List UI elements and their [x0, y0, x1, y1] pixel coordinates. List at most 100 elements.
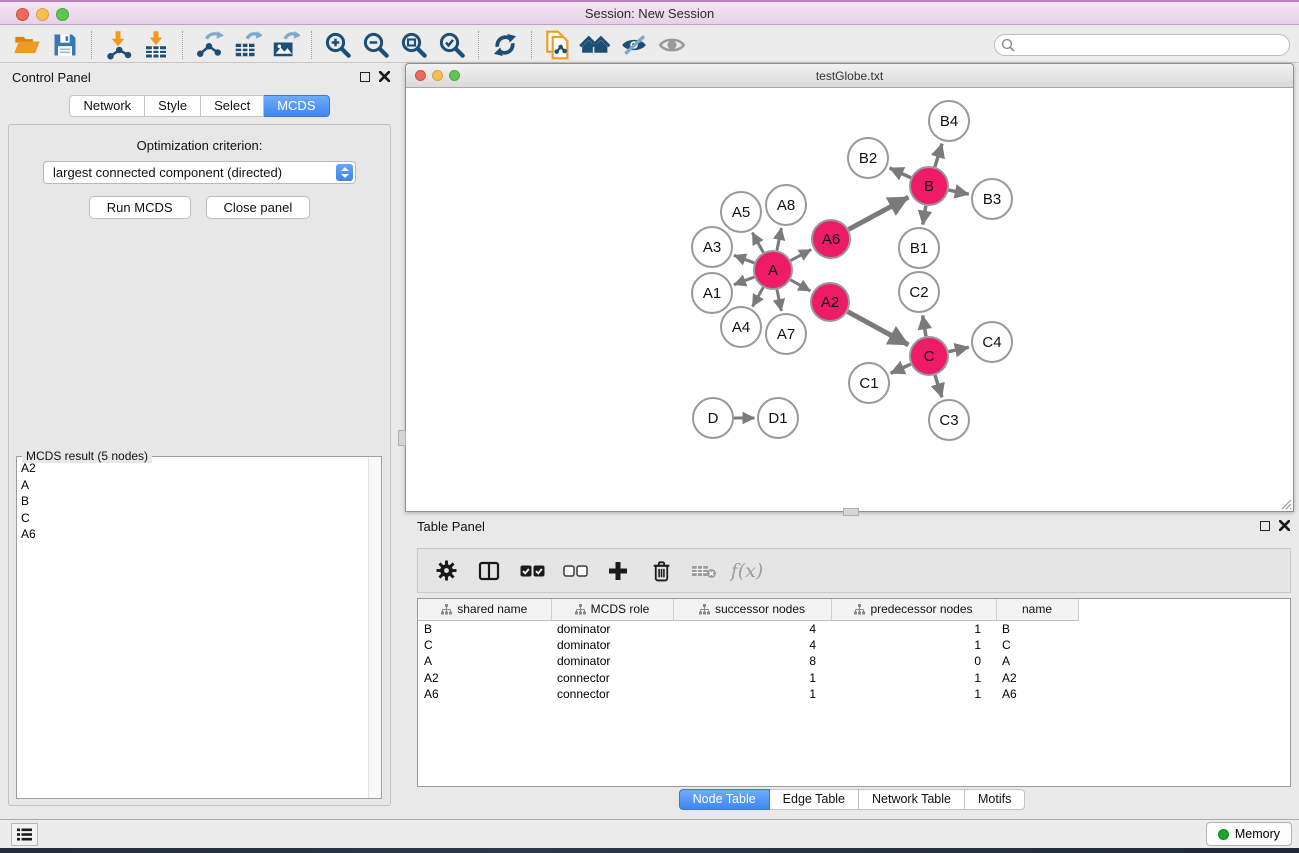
vertical-split-handle[interactable]	[398, 430, 406, 446]
mcds-result-item[interactable]: A2	[17, 460, 367, 477]
open-session-icon[interactable]	[8, 29, 46, 61]
table-cell[interactable]: 1	[831, 670, 996, 687]
tab-motifs[interactable]: Motifs	[965, 789, 1025, 810]
memory-button[interactable]: Memory	[1206, 822, 1292, 846]
table-cell[interactable]: A2	[996, 670, 1078, 687]
hide-panels-icon[interactable]	[615, 29, 653, 61]
table-cell[interactable]: A6	[418, 686, 551, 703]
tab-edge-table[interactable]: Edge Table	[770, 789, 859, 810]
edge-A-A3[interactable]	[734, 255, 754, 263]
add-column-icon[interactable]	[605, 556, 631, 586]
tab-network-table[interactable]: Network Table	[859, 789, 965, 810]
edge-A-A1[interactable]	[734, 277, 754, 285]
table-cell[interactable]: 4	[673, 620, 831, 637]
tab-mcds[interactable]: MCDS	[264, 95, 329, 117]
run-mcds-button[interactable]: Run MCDS	[89, 196, 191, 219]
deselect-all-checkboxes-icon[interactable]	[562, 556, 588, 586]
mcds-result-item[interactable]: A	[17, 477, 367, 494]
resize-grip-icon[interactable]	[1279, 497, 1292, 510]
edge-B-B1[interactable]	[923, 206, 926, 225]
duplicate-network-icon[interactable]	[539, 29, 577, 61]
edge-C-C4[interactable]	[949, 347, 969, 352]
close-table-panel-icon[interactable]	[1279, 520, 1290, 531]
import-table-icon[interactable]	[137, 29, 175, 61]
tab-network[interactable]: Network	[69, 95, 145, 117]
refresh-view-icon[interactable]	[486, 29, 524, 61]
table-cell[interactable]: 1	[831, 637, 996, 654]
float-panel-icon[interactable]	[360, 72, 370, 82]
table-row[interactable]: Bdominator41B	[418, 620, 1290, 637]
table-cell[interactable]: dominator	[551, 637, 673, 654]
table-row[interactable]: Cdominator41C	[418, 637, 1290, 654]
table-cell[interactable]: C	[996, 637, 1078, 654]
edge-C-C1[interactable]	[891, 364, 911, 373]
tab-select[interactable]: Select	[201, 95, 264, 117]
table-cell[interactable]: connector	[551, 686, 673, 703]
table-cell[interactable]: connector	[551, 670, 673, 687]
delete-columns-icon[interactable]	[648, 556, 674, 586]
table-cell[interactable]: 1	[673, 670, 831, 687]
network-canvas[interactable]: B4B2BB3A8A5A6A3B1AA1C2A2A4A7C4CC1DD1C3	[407, 88, 1292, 510]
table-row[interactable]: Adominator80A	[418, 653, 1290, 670]
mcds-result-item[interactable]: A6	[17, 526, 367, 543]
table-cell[interactable]: 4	[673, 637, 831, 654]
table-row[interactable]: A2connector11A2	[418, 670, 1290, 687]
edge-A2-C[interactable]	[848, 312, 909, 345]
table-row[interactable]: A6connector11A6	[418, 686, 1290, 703]
column-header-MCDS-role[interactable]: MCDS role	[551, 599, 673, 620]
table-cell[interactable]: 8	[673, 653, 831, 670]
table-cell[interactable]: A	[418, 653, 551, 670]
save-session-icon[interactable]	[46, 29, 84, 61]
mcds-result-item[interactable]: B	[17, 493, 367, 510]
show-all-panels-icon[interactable]	[577, 29, 615, 61]
column-header-successor-nodes[interactable]: successor nodes	[673, 599, 831, 620]
edge-C-C2[interactable]	[923, 315, 926, 336]
zoom-fit-icon[interactable]	[395, 29, 433, 61]
edge-B-B2[interactable]	[890, 168, 911, 178]
zoom-selected-icon[interactable]	[433, 29, 471, 61]
optimization-criterion-select[interactable]: largest connected component (directed)	[43, 161, 356, 184]
zoom-in-icon[interactable]	[319, 29, 357, 61]
task-history-button[interactable]	[11, 823, 38, 846]
export-image-icon[interactable]	[266, 29, 304, 61]
show-hidden-icon[interactable]	[653, 29, 691, 61]
edge-A-A6[interactable]	[791, 250, 812, 261]
table-cell[interactable]: 1	[673, 686, 831, 703]
export-network-icon[interactable]	[190, 29, 228, 61]
tab-node-table[interactable]: Node Table	[679, 789, 770, 810]
edge-C-C3[interactable]	[935, 375, 942, 397]
table-cell[interactable]: A	[996, 653, 1078, 670]
tab-style[interactable]: Style	[145, 95, 201, 117]
edge-A-A2[interactable]	[790, 280, 810, 291]
network-window-titlebar[interactable]: testGlobe.txt	[406, 64, 1293, 88]
edge-A-A7[interactable]	[777, 290, 781, 311]
result-scrollbar[interactable]	[368, 457, 381, 798]
edge-A-A8[interactable]	[777, 228, 781, 250]
table-cell[interactable]: 0	[831, 653, 996, 670]
table-settings-icon[interactable]	[433, 556, 459, 586]
table-cell[interactable]: A2	[418, 670, 551, 687]
edge-B-B4[interactable]	[935, 144, 942, 167]
zoom-out-icon[interactable]	[357, 29, 395, 61]
float-table-panel-icon[interactable]	[1260, 521, 1270, 531]
table-cell[interactable]: dominator	[551, 620, 673, 637]
close-panel-button[interactable]: Close panel	[206, 196, 311, 219]
mcds-result-item[interactable]: C	[17, 510, 367, 527]
table-cell[interactable]: 1	[831, 686, 996, 703]
edge-A6-B[interactable]	[849, 197, 909, 229]
table-cell[interactable]: A6	[996, 686, 1078, 703]
table-cell[interactable]: C	[418, 637, 551, 654]
edge-A-A4[interactable]	[753, 287, 764, 306]
edge-B-B3[interactable]	[949, 190, 969, 194]
export-table-icon[interactable]	[228, 29, 266, 61]
edge-A-A5[interactable]	[752, 233, 763, 253]
import-network-icon[interactable]	[99, 29, 137, 61]
table-cell[interactable]: B	[996, 620, 1078, 637]
table-cell[interactable]: dominator	[551, 653, 673, 670]
column-header-predecessor-nodes[interactable]: predecessor nodes	[831, 599, 996, 620]
close-panel-icon[interactable]	[379, 71, 390, 82]
search-input[interactable]	[994, 34, 1290, 56]
table-cell[interactable]: 1	[831, 620, 996, 637]
select-all-checkboxes-icon[interactable]	[519, 556, 545, 586]
column-header-shared-name[interactable]: shared name	[418, 599, 551, 620]
